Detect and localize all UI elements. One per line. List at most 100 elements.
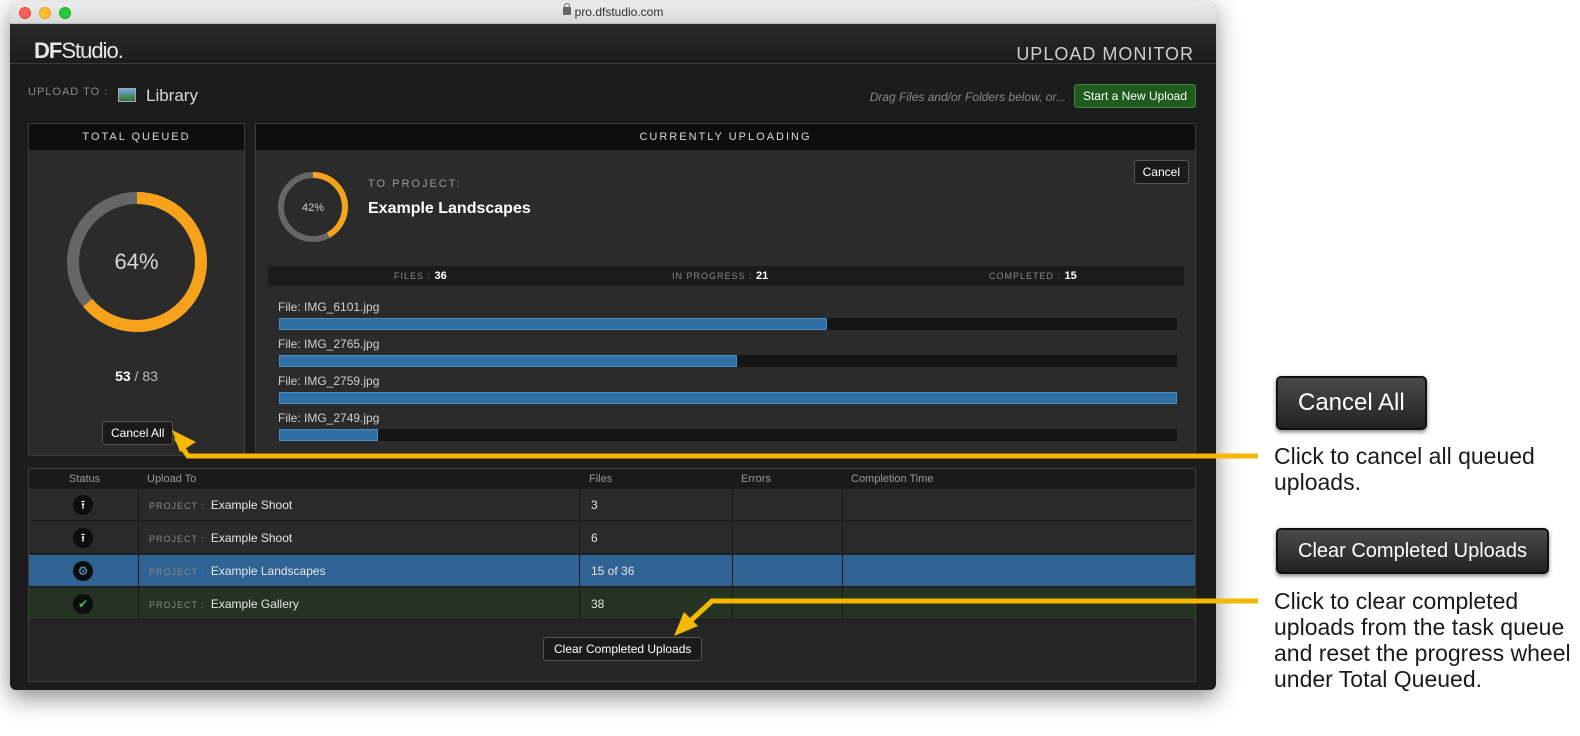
status-cell: ⭱ (29, 522, 139, 554)
files-stat: FILES : 36 (394, 270, 447, 282)
completion-time-cell (843, 489, 1197, 521)
url-text: pro.dfstudio.com (574, 5, 664, 19)
project-tag: PROJECT : (149, 534, 205, 544)
logo-bold: DF (34, 38, 62, 63)
files-cell: 15 of 36 (580, 555, 733, 587)
file-progress-track (278, 317, 1178, 331)
project-tag: PROJECT : (149, 501, 205, 511)
callout-clear-completed-button: Clear Completed Uploads (1276, 528, 1550, 574)
upload-to-cell: PROJECT : Example Shoot (139, 522, 580, 554)
file-progress-track (278, 391, 1178, 405)
table-row[interactable]: ✔ PROJECT : Example Gallery 38 (29, 588, 1195, 620)
library-icon (118, 88, 136, 102)
project-name: Example Landscapes (210, 564, 326, 578)
cancel-all-button[interactable]: Cancel All (102, 421, 174, 445)
callout-clear-completed-text: Click to clear completed uploads from th… (1274, 588, 1571, 692)
browser-window: pro.dfstudio.com DFStudio. UPLOAD MONITO… (10, 2, 1216, 690)
file-progress-row: File: IMG_2759.jpg (278, 374, 1178, 405)
file-progress-track (278, 428, 1178, 442)
completion-time-column-header[interactable]: Completion Time (851, 473, 934, 485)
completion-time-cell (843, 588, 1197, 620)
file-progress-track (278, 354, 1178, 368)
upload-stats-bar: FILES : 36 IN PROGRESS : 21 COMPLETED : … (268, 266, 1184, 286)
files-cell: 6 (580, 522, 733, 554)
app-header: DFStudio. UPLOAD MONITOR (10, 24, 1216, 64)
total-count: 53 / 83 (29, 368, 244, 384)
dfstudio-logo[interactable]: DFStudio. (34, 38, 124, 64)
status-column-header[interactable]: Status (69, 473, 100, 485)
page-title: UPLOAD MONITOR (1016, 44, 1194, 64)
to-project-label: TO PROJECT: (368, 178, 462, 190)
table-row[interactable]: ⚙ PROJECT : Example Landscapes 15 of 36 (29, 555, 1195, 587)
upload-to-cell: PROJECT : Example Gallery (139, 588, 580, 620)
file-progress-row: File: IMG_2749.jpg (278, 411, 1178, 442)
file-progress-row: File: IMG_2765.jpg (278, 337, 1178, 368)
current-project-name: Example Landscapes (368, 200, 531, 217)
project-name: Example Gallery (210, 597, 299, 611)
errors-column-header[interactable]: Errors (741, 473, 771, 485)
file-progress-row: File: IMG_6101.jpg (278, 300, 1178, 331)
table-header: Status Upload To Files Errors Completion… (29, 469, 1195, 489)
table-row[interactable]: ⭱ PROJECT : Example Shoot 6 (29, 522, 1195, 554)
status-cell: ✔ (29, 588, 139, 620)
callout-cancel-all-button: Cancel All (1276, 376, 1427, 430)
upload-to-label: UPLOAD TO : (28, 86, 109, 98)
errors-cell (733, 489, 843, 521)
logo-rest: Studio. (61, 38, 123, 63)
in-progress-stat: IN PROGRESS : 21 (672, 270, 768, 282)
table-row[interactable]: ⭱ PROJECT : Example Shoot 3 (29, 489, 1195, 521)
total-count-value: / 83 (134, 368, 158, 384)
cancel-upload-button[interactable]: Cancel (1133, 160, 1189, 184)
file-progress-fill (279, 429, 378, 441)
upload-to-cell: PROJECT : Example Shoot (139, 489, 580, 521)
files-cell: 3 (580, 489, 733, 521)
browser-titlebar: pro.dfstudio.com (10, 2, 1216, 24)
files-stat-label: FILES : (394, 271, 432, 281)
upload-to-cell: PROJECT : Example Landscapes (139, 555, 580, 587)
current-percent: 42% (301, 202, 325, 214)
upload-queue-table: Status Upload To Files Errors Completion… (28, 468, 1196, 682)
project-name: Example Shoot (210, 531, 293, 545)
upload-destination[interactable]: Library (146, 86, 198, 106)
status-cell: ⚙ (29, 555, 139, 587)
upload-icon: ⭱ (73, 495, 93, 515)
done-count: 53 (115, 368, 131, 384)
upload-to-column-header[interactable]: Upload To (147, 473, 196, 485)
total-percent: 64% (114, 249, 159, 274)
address-bar[interactable]: pro.dfstudio.com (10, 3, 1216, 19)
gear-icon: ⚙ (73, 561, 93, 581)
status-cell: ⭱ (29, 489, 139, 521)
check-icon: ✔ (73, 594, 93, 614)
files-column-header[interactable]: Files (589, 473, 612, 485)
lock-icon (562, 3, 571, 15)
project-tag: PROJECT : (149, 600, 205, 610)
files-cell: 38 (580, 588, 733, 620)
total-queued-panel: TOTAL QUEUED 64% 53 / 83 Cancel All (28, 123, 245, 456)
completed-stat-value: 15 (1064, 270, 1077, 282)
file-progress-fill (279, 318, 827, 330)
file-progress-fill (279, 392, 1177, 404)
completion-time-cell (843, 522, 1197, 554)
file-name: File: IMG_2765.jpg (278, 337, 380, 351)
file-progress-fill (279, 355, 737, 367)
start-new-upload-button[interactable]: Start a New Upload (1073, 84, 1196, 108)
total-queued-title: TOTAL QUEUED (29, 124, 244, 150)
files-stat-value: 36 (434, 270, 447, 282)
project-tag: PROJECT : (149, 567, 205, 577)
completed-stat: COMPLETED : 15 (989, 270, 1077, 282)
file-name: File: IMG_6101.jpg (278, 300, 380, 314)
file-name: File: IMG_2749.jpg (278, 411, 380, 425)
callout-cancel-all-text: Click to cancel all queued uploads. (1274, 443, 1535, 495)
completed-stat-label: COMPLETED : (989, 271, 1062, 281)
completion-time-cell (843, 555, 1197, 587)
errors-cell (733, 522, 843, 554)
project-name: Example Shoot (210, 498, 293, 512)
upload-icon: ⭱ (73, 528, 93, 548)
errors-cell (733, 588, 843, 620)
errors-cell (733, 555, 843, 587)
currently-uploading-panel: CURRENTLY UPLOADING 42% TO PROJECT: Exam… (255, 123, 1196, 456)
in-progress-stat-label: IN PROGRESS : (672, 271, 753, 281)
clear-completed-uploads-button[interactable]: Clear Completed Uploads (543, 637, 703, 661)
currently-uploading-title: CURRENTLY UPLOADING (256, 124, 1195, 150)
in-progress-stat-value: 21 (756, 270, 769, 282)
